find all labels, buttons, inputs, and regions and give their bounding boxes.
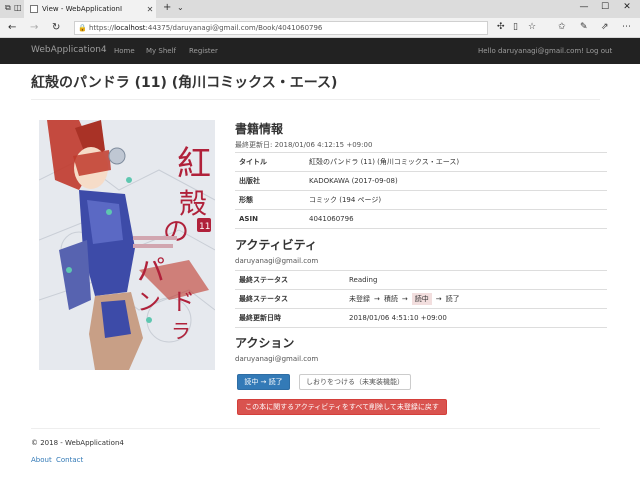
url-prefix: https://	[89, 24, 115, 32]
activity-key: 最終ステータス	[235, 289, 345, 309]
book-info-table: タイトル 紅殻のパンドラ (11) (角川コミックス・エース) 出版社 KADO…	[235, 152, 607, 229]
arrow-icon: →	[435, 295, 442, 303]
page-icon	[30, 5, 38, 13]
tab-list-chevron-icon[interactable]: ⌄	[177, 3, 184, 12]
reading-view-icon[interactable]: ▯	[513, 22, 518, 32]
address-bar: ← → ↻ 🔒 https://localhost:44375/daruyanag…	[0, 18, 640, 38]
refresh-icon[interactable]: ↻	[52, 22, 60, 33]
url-field[interactable]: 🔒 https://localhost:44375/daruyanagi@gmai…	[74, 21, 488, 35]
divider	[31, 99, 600, 100]
nav-my-shelf[interactable]: My Shelf	[146, 47, 176, 55]
activity-key: 最終更新日時	[235, 308, 345, 328]
status-step: 未登録	[349, 295, 370, 303]
info-value: KADOKAWA (2017-09-08)	[305, 171, 607, 191]
tab-preview-icon[interactable]: ⧉	[5, 3, 11, 13]
nav-home[interactable]: Home	[114, 47, 135, 55]
nav-register[interactable]: Register	[189, 47, 218, 55]
table-row: ASIN 4041060796	[235, 209, 607, 229]
tab-aside-icon[interactable]: ◫	[14, 3, 22, 12]
table-row: 最終ステータス 未登録 → 積読 → 読中 → 読了	[235, 289, 607, 309]
book-info-heading: 書籍情報	[235, 122, 284, 136]
info-key: ASIN	[235, 209, 305, 229]
forward-icon[interactable]: →	[30, 22, 38, 33]
info-value: 紅殻のパンドラ (11) (角川コミックス・エース)	[305, 152, 607, 172]
nav-logout[interactable]: Log out	[586, 47, 612, 55]
activity-updated-value: 2018/01/06 4:51:10 +09:00	[345, 308, 607, 328]
favorites-hub-icon[interactable]: ✩	[558, 22, 566, 32]
arrow-icon: →	[401, 295, 408, 303]
bookmark-button[interactable]: しおりをつける（未実装機能）	[299, 374, 411, 390]
table-row: 形態 コミック (194 ページ)	[235, 190, 607, 210]
lock-icon: 🔒	[78, 24, 87, 32]
info-key: 形態	[235, 190, 305, 210]
reset-activity-button[interactable]: この本に関するアクティビティをすべて削除して未登録に戻す	[237, 399, 447, 415]
brand-link[interactable]: WebApplication4	[31, 45, 107, 55]
table-row: 出版社 KADOKAWA (2017-09-08)	[235, 171, 607, 191]
table-row: 最終更新日時 2018/01/06 4:51:10 +09:00	[235, 308, 607, 328]
info-value: 4041060796	[305, 209, 607, 229]
book-info-updated: 最終更新日: 2018/01/06 4:12:15 +09:00	[235, 141, 373, 149]
cover-title-char-5: ン	[137, 288, 161, 316]
book-cover-image: 紅 殻 の パ ン ド ラ 11	[39, 120, 215, 370]
extension-icon[interactable]: ✣	[497, 22, 505, 32]
status-step-current: 読中	[411, 293, 432, 305]
new-tab-icon[interactable]: +	[163, 2, 171, 13]
actions-user: daruyanagi@gmail.com	[235, 355, 319, 363]
arrow-icon: →	[374, 295, 380, 303]
nav-user-greeting[interactable]: Hello daruyanagi@gmail.com!	[478, 47, 584, 55]
cover-art: 紅 殻 の パ ン ド ラ 11	[39, 120, 215, 370]
cover-title-char-2: 殻	[179, 187, 207, 220]
activity-table: 最終ステータス Reading 最終ステータス 未登録 → 積読 → 読中 → 読了 最終更…	[235, 270, 607, 328]
site-navbar: WebApplication4 Home My Shelf Register H…	[0, 38, 640, 64]
back-icon[interactable]: ←	[8, 22, 16, 33]
info-key: 出版社	[235, 171, 305, 191]
activity-heading: アクティビティ	[235, 238, 317, 252]
cover-volume-number: 11	[199, 222, 210, 232]
info-value: コミック (194 ページ)	[305, 190, 607, 210]
cover-title-char-1: 紅	[177, 144, 211, 184]
favorite-star-icon[interactable]: ☆	[528, 22, 536, 32]
status-step: 積読	[383, 295, 398, 303]
more-icon[interactable]: ⋯	[622, 22, 631, 32]
divider	[31, 428, 600, 429]
maximize-icon[interactable]: ☐	[599, 2, 611, 12]
cover-title-char-7: ラ	[171, 319, 191, 343]
notes-icon[interactable]: ✎	[580, 22, 588, 32]
browser-tab[interactable]: View - WebApplicationI ✕	[24, 0, 156, 18]
tab-title: View - WebApplicationI	[42, 5, 123, 13]
footer-link-about[interactable]: About	[31, 456, 52, 464]
browser-tab-bar: ⧉ ◫ View - WebApplicationI ✕ + ⌄ — ☐ ✕	[0, 0, 640, 18]
activity-key: 最終ステータス	[235, 270, 345, 290]
cover-title-char-3: の	[163, 217, 189, 247]
share-icon[interactable]: ⇗	[601, 22, 609, 32]
status-step: 読了	[445, 295, 460, 303]
cover-title-char-6: ド	[171, 288, 195, 316]
table-row: 最終ステータス Reading	[235, 270, 607, 290]
copyright: © 2018 - WebApplication4	[31, 439, 124, 447]
page-title: 紅殻のパンドラ (11) (角川コミックス・エース)	[31, 75, 338, 91]
activity-user: daruyanagi@gmail.com	[235, 257, 319, 265]
actions-heading: アクション	[235, 336, 295, 350]
minimize-icon[interactable]: —	[578, 2, 590, 12]
tab-close-icon[interactable]: ✕	[144, 5, 156, 14]
advance-status-button[interactable]: 読中 → 読了	[237, 374, 290, 390]
footer-link-contact[interactable]: Contact	[56, 456, 83, 464]
window-close-icon[interactable]: ✕	[621, 2, 633, 12]
table-row: タイトル 紅殻のパンドラ (11) (角川コミックス・エース)	[235, 152, 607, 172]
cover-title-char-4: パ	[137, 254, 165, 287]
status-flow: 未登録 → 積読 → 読中 → 読了	[345, 289, 607, 309]
activity-status-value: Reading	[345, 270, 607, 290]
url-host: localhost	[114, 24, 146, 32]
info-key: タイトル	[235, 152, 305, 172]
url-path: :44375/daruyanagi@gmail.com/Book/4041060…	[145, 24, 323, 32]
